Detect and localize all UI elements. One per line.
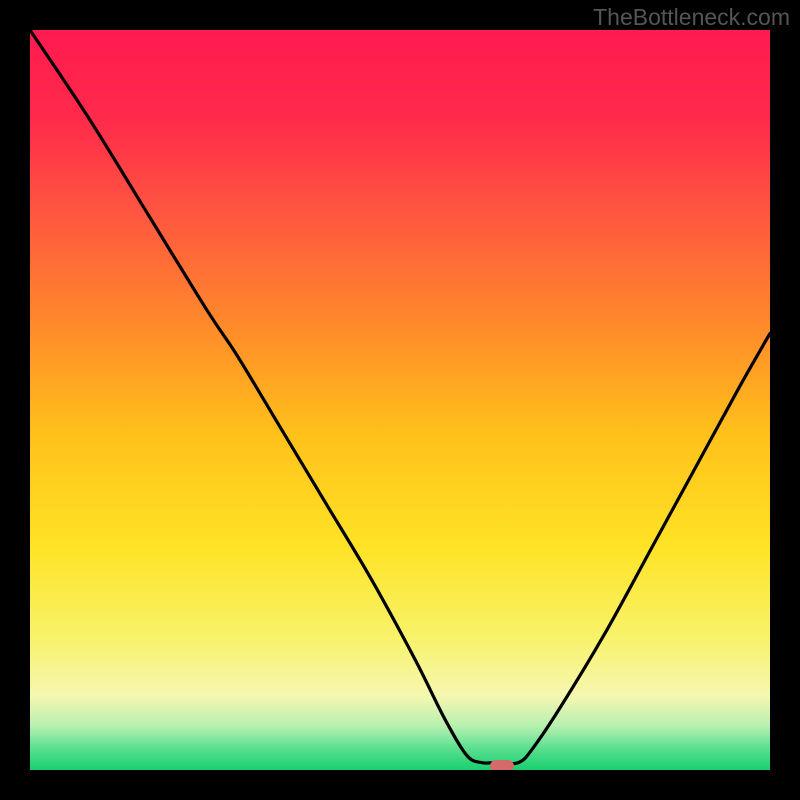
marker-dot [490,760,514,770]
plot-area [30,30,770,770]
curve-layer [30,30,770,770]
chart-container: TheBottleneck.com [0,0,800,800]
bottleneck-curve [30,30,770,764]
watermark-text: TheBottleneck.com [593,4,790,31]
